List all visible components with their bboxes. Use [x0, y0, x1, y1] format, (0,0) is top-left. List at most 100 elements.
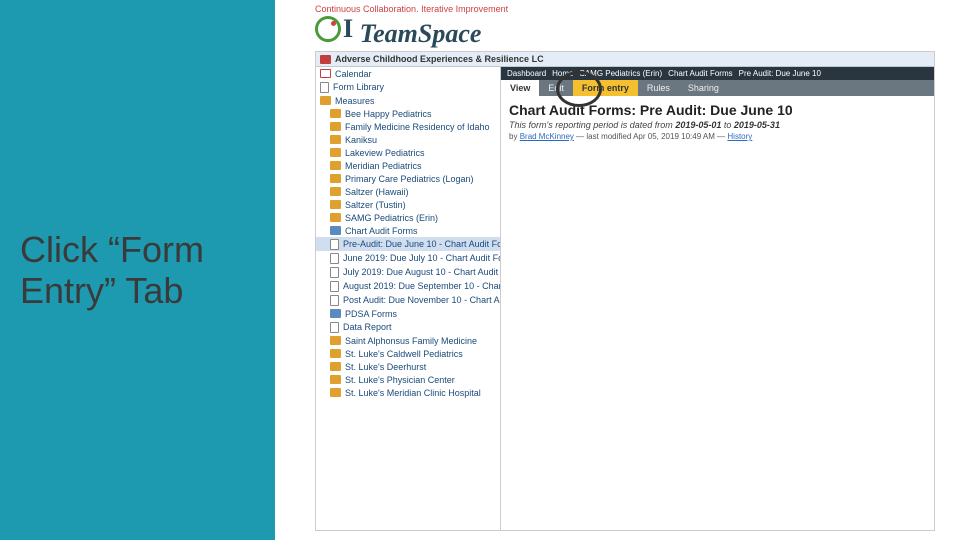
sidebar-item[interactable]: Primary Care Pediatrics (Logan): [316, 172, 500, 185]
crumb[interactable]: SAMG Pediatrics (Erin): [579, 69, 662, 78]
folder-icon: [330, 148, 341, 157]
folder-icon: [330, 336, 341, 345]
folder-icon: [330, 174, 341, 183]
crumb[interactable]: Dashboard: [507, 69, 546, 78]
folder-icon: [330, 388, 341, 397]
sidebar-item[interactable]: Measures: [316, 94, 500, 107]
sidebar-item-label: August 2019: Due September 10 - Chart Au…: [343, 281, 501, 291]
sidebar-item-label: Chart Audit Forms: [345, 226, 418, 236]
folder-icon: [330, 349, 341, 358]
doc-meta: by Brad McKinney — last modified Apr 05,…: [501, 130, 934, 143]
sidebar-item-label: Lakeview Pediatrics: [345, 148, 425, 158]
sidebar-item[interactable]: Family Medicine Residency of Idaho: [316, 120, 500, 133]
folder-icon: [330, 161, 341, 170]
author-link[interactable]: Brad McKinney: [520, 132, 574, 141]
logo-circle-icon: [315, 16, 341, 42]
sidebar-item[interactable]: Saltzer (Tustin): [316, 198, 500, 211]
sidebar-item-label: Saltzer (Tustin): [345, 200, 406, 210]
sidebar-item-label: June 2019: Due July 10 - Chart Audit For…: [343, 253, 501, 263]
doc-icon: [330, 295, 339, 306]
sidebar-item[interactable]: Saint Alphonsus Family Medicine: [316, 334, 500, 347]
folder-icon: [330, 362, 341, 371]
cal-icon: [320, 69, 331, 78]
folder-icon: [330, 213, 341, 222]
sidebar-item-label: Post Audit: Due November 10 - Chart Audi…: [343, 295, 501, 305]
sidebar-item-label: Measures: [335, 96, 375, 106]
sidebar-item-label: Saltzer (Hawaii): [345, 187, 409, 197]
doc-icon: [330, 281, 339, 292]
main-pane: Dashboard Home SAMG Pediatrics (Erin) Chart…: [501, 67, 934, 530]
logo-tagline: Continuous Collaboration. Iterative Impr…: [315, 4, 960, 14]
history-link[interactable]: History: [727, 132, 752, 141]
sidebar-item[interactable]: St. Luke's Meridian Clinic Hospital: [316, 386, 500, 399]
doc-icon: [330, 239, 339, 250]
sidebar-item-label: SAMG Pediatrics (Erin): [345, 213, 438, 223]
sidebar-item-label: Bee Happy Pediatrics: [345, 109, 432, 119]
crumb[interactable]: Pre Audit: Due June 10: [739, 69, 821, 78]
sidebar-item[interactable]: Kaniksu: [316, 133, 500, 146]
reporting-period: This form's reporting period is dated fr…: [501, 120, 934, 130]
tab-bar: ViewEditForm entryRulesSharing: [501, 80, 934, 96]
doc-icon: [330, 253, 339, 264]
sidebar-item[interactable]: June 2019: Due July 10 - Chart Audit For…: [316, 251, 500, 265]
sidebar-item[interactable]: Meridian Pediatrics: [316, 159, 500, 172]
sidebar-item-label: St. Luke's Physician Center: [345, 375, 455, 385]
logo-brand: I TeamSpace: [315, 14, 960, 49]
sidebar-item[interactable]: Form Library: [316, 80, 500, 94]
sidebar-item[interactable]: Bee Happy Pediatrics: [316, 107, 500, 120]
sidebar-item-label: Calendar: [335, 69, 372, 79]
sidebar-item[interactable]: Pre-Audit: Due June 10 - Chart Audit For…: [316, 237, 500, 251]
sidebar-item[interactable]: SAMG Pediatrics (Erin): [316, 211, 500, 224]
window-header: Adverse Childhood Experiences & Resilien…: [316, 52, 934, 67]
sidebar-item-label: July 2019: Due August 10 - Chart Audit F…: [343, 267, 501, 277]
app-window: Adverse Childhood Experiences & Resilien…: [315, 51, 935, 531]
folder-icon: [320, 96, 331, 105]
tab-edit[interactable]: Edit: [539, 80, 573, 96]
sidebar-item[interactable]: St. Luke's Deerhurst: [316, 360, 500, 373]
shield-icon: [320, 55, 331, 64]
breadcrumb: Dashboard Home SAMG Pediatrics (Erin) Chart…: [501, 67, 934, 80]
crumb[interactable]: Chart Audit Forms: [668, 69, 732, 78]
tab-rules[interactable]: Rules: [638, 80, 679, 96]
folder-icon: [330, 187, 341, 196]
screenshot-area: Continuous Collaboration. Iterative Impr…: [275, 0, 960, 540]
sidebar-item[interactable]: Lakeview Pediatrics: [316, 146, 500, 159]
sidebar-item[interactable]: Chart Audit Forms: [316, 224, 500, 237]
sidebar-item-label: PDSA Forms: [345, 309, 397, 319]
sidebar-item-label: Saint Alphonsus Family Medicine: [345, 336, 477, 346]
sidebar-item[interactable]: Post Audit: Due November 10 - Chart Audi…: [316, 293, 500, 307]
sidebar-item[interactable]: August 2019: Due September 10 - Chart Au…: [316, 279, 500, 293]
doc-icon: [330, 322, 339, 333]
sidebar-item-label: Pre-Audit: Due June 10 - Chart Audit For…: [343, 239, 501, 249]
crumb[interactable]: Home: [552, 69, 573, 78]
sidebar-item[interactable]: Data Report: [316, 320, 500, 334]
sidebar-item[interactable]: St. Luke's Physician Center: [316, 373, 500, 386]
folder-icon: [330, 122, 341, 131]
instruction-text: Click “Form Entry” Tab: [20, 229, 255, 312]
tab-form-entry[interactable]: Form entry: [573, 80, 638, 96]
page-title: Chart Audit Forms: Pre Audit: Due June 1…: [501, 96, 934, 120]
sidebar-item-label: Form Library: [333, 82, 384, 92]
doc-icon: [330, 267, 339, 278]
folder-icon: [330, 109, 341, 118]
window-title: Adverse Childhood Experiences & Resilien…: [335, 54, 544, 64]
folder-icon: [330, 200, 341, 209]
sidebar-item[interactable]: Calendar: [316, 67, 500, 80]
sidebar-item-label: Data Report: [343, 322, 392, 332]
sidebar-item-label: St. Luke's Meridian Clinic Hospital: [345, 388, 481, 398]
sidebar-item-label: Kaniksu: [345, 135, 377, 145]
blue-icon: [330, 226, 341, 235]
sidebar-item-label: Primary Care Pediatrics (Logan): [345, 174, 474, 184]
logo: Continuous Collaboration. Iterative Impr…: [315, 0, 960, 51]
sidebar-item[interactable]: July 2019: Due August 10 - Chart Audit F…: [316, 265, 500, 279]
tab-sharing[interactable]: Sharing: [679, 80, 728, 96]
sidebar: Calendar Form Library Measures Bee Happy Pe…: [316, 67, 501, 530]
tab-view[interactable]: View: [501, 80, 539, 96]
sidebar-item-label: Meridian Pediatrics: [345, 161, 422, 171]
sidebar-item-label: St. Luke's Caldwell Pediatrics: [345, 349, 463, 359]
doc-icon: [320, 82, 329, 93]
sidebar-item[interactable]: St. Luke's Caldwell Pediatrics: [316, 347, 500, 360]
sidebar-item-label: Family Medicine Residency of Idaho: [345, 122, 490, 132]
sidebar-item[interactable]: Saltzer (Hawaii): [316, 185, 500, 198]
sidebar-item[interactable]: PDSA Forms: [316, 307, 500, 320]
